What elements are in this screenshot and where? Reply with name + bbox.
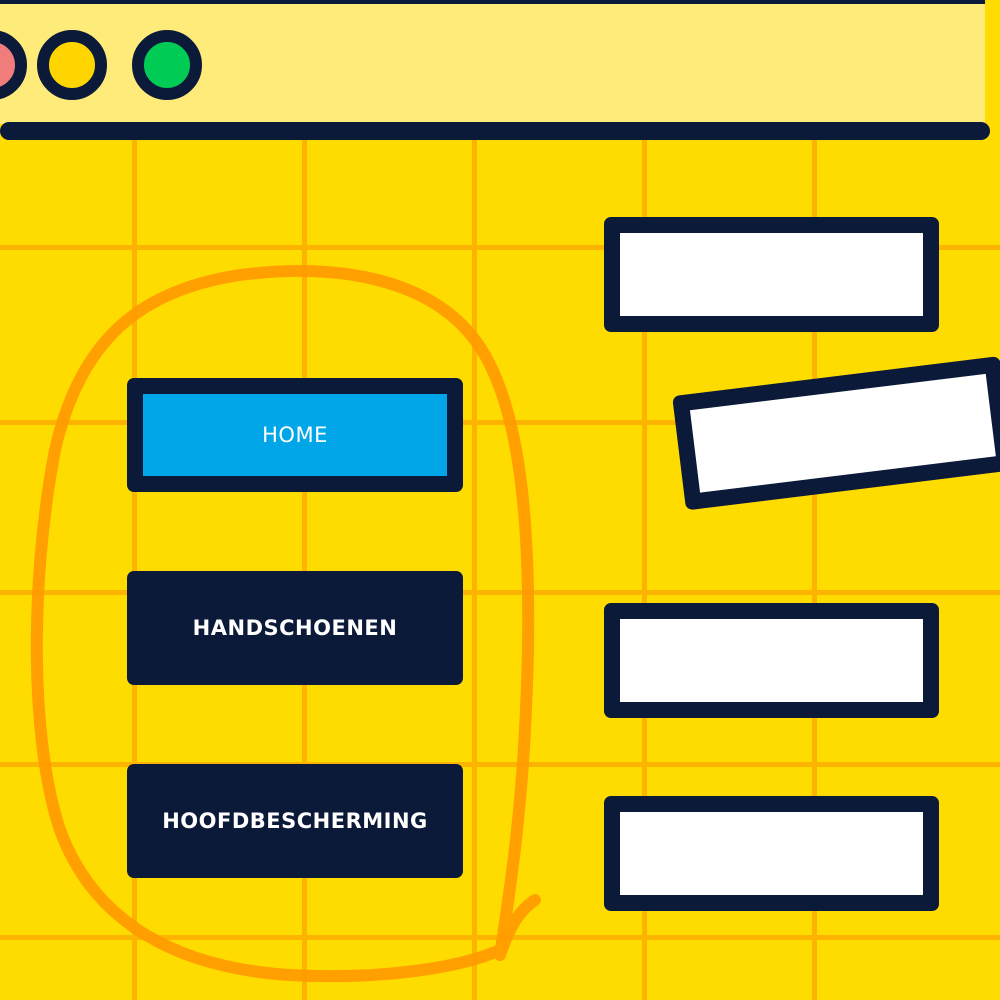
tilted-card xyxy=(672,355,1000,545)
placeholder-box-4 xyxy=(604,796,939,911)
minimize-window-button[interactable] xyxy=(37,30,107,100)
title-bar xyxy=(0,0,985,124)
placeholder-box-tilted xyxy=(672,356,1000,511)
nav-button-hoofdbescherming[interactable]: HOOFDBESCHERMING xyxy=(127,764,463,878)
close-window-button[interactable] xyxy=(0,30,27,100)
nav-button-label: HANDSCHOENEN xyxy=(192,616,398,640)
nav-button-label: HOOFDBESCHERMING xyxy=(162,809,428,833)
grid-line xyxy=(472,140,477,1000)
grid-line xyxy=(0,935,1000,940)
app-window: HOME HANDSCHOENEN HOOFDBESCHERMING xyxy=(0,0,1000,1000)
placeholder-box-1 xyxy=(604,217,939,332)
nav-button-label: HOME xyxy=(143,394,447,476)
nav-button-handschoenen[interactable]: HANDSCHOENEN xyxy=(127,571,463,685)
nav-button-home[interactable]: HOME xyxy=(127,378,463,492)
maximize-window-button[interactable] xyxy=(132,30,202,100)
title-bar-divider xyxy=(0,122,990,140)
placeholder-box-3 xyxy=(604,603,939,718)
